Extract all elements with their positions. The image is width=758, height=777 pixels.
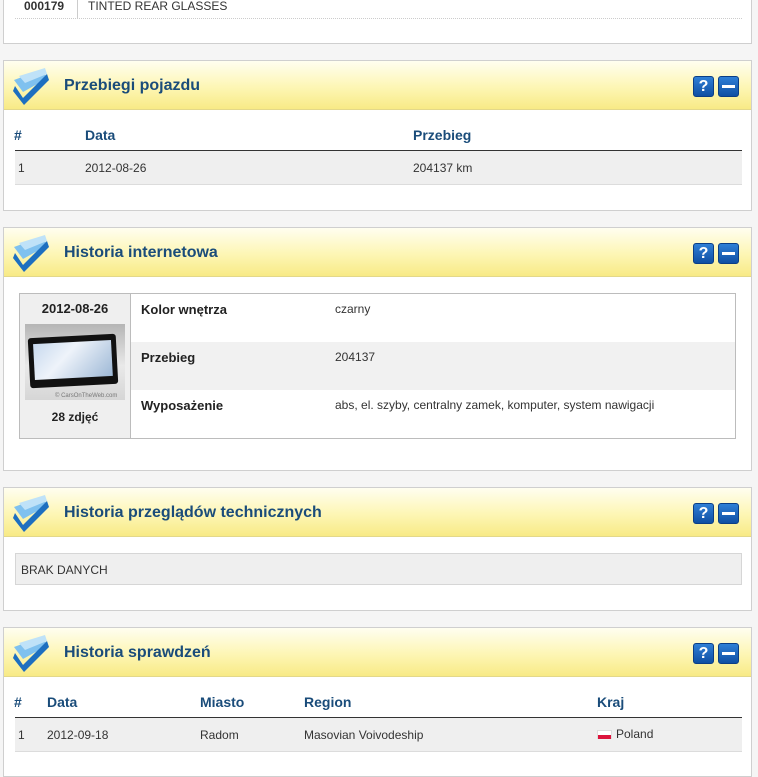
internet-history-panel: Historia internetowa ? 2012-08-26 © Cars… <box>3 227 752 471</box>
panel-header: Historia przeglądów technicznych ? <box>4 488 751 537</box>
listing-row: Przebieg 204137 <box>131 342 735 390</box>
column-header-city: Miasto <box>200 694 245 710</box>
column-header-number: # <box>14 127 22 143</box>
country-name: Poland <box>616 727 654 741</box>
check-logo-icon <box>13 635 49 672</box>
column-divider <box>77 0 78 18</box>
table-row: 1 2012-08-26 204137 km <box>15 151 742 185</box>
listing-summary: 2012-08-26 © CarsOnTheWeb.com 28 zdjęć <box>20 294 131 438</box>
panel-title: Historia internetowa <box>64 244 218 261</box>
minimize-button[interactable] <box>718 243 739 264</box>
row-label: Kolor wnętrza <box>141 302 227 317</box>
equipment-panel: 000179 TINTED REAR GLASSES <box>3 0 752 44</box>
inspection-history-panel: Historia przeglądów technicznych ? BRAK … <box>3 487 752 611</box>
photo-count[interactable]: 28 zdjęć <box>20 410 130 424</box>
row-value: czarny <box>335 302 371 316</box>
minus-icon <box>722 652 735 655</box>
row-date: 2012-08-26 <box>85 161 147 175</box>
column-header-number: # <box>14 694 22 710</box>
minus-icon <box>722 252 735 255</box>
row-number: 1 <box>18 728 25 742</box>
minimize-button[interactable] <box>718 503 739 524</box>
check-logo-icon <box>13 495 49 532</box>
minus-icon <box>722 85 735 88</box>
minimize-button[interactable] <box>718 643 739 664</box>
listing-photo[interactable]: © CarsOnTheWeb.com <box>25 324 125 400</box>
row-country: Poland <box>597 727 653 741</box>
column-header-country: Kraj <box>597 694 625 710</box>
mileage-panel: Przebiegi pojazdu ? # Data Przebieg 1 20… <box>3 60 752 211</box>
listing-row: Kolor wnętrza czarny <box>131 294 735 342</box>
listing-row: Wyposażenie abs, el. szyby, centralny za… <box>131 390 735 438</box>
row-value: 204137 <box>335 350 376 364</box>
row-label: Wyposażenie <box>141 398 224 413</box>
column-header-date: Data <box>47 694 78 710</box>
listing-card: 2012-08-26 © CarsOnTheWeb.com 28 zdjęć K… <box>19 293 736 439</box>
row-region: Masovian Voivodeship <box>304 728 424 742</box>
help-button[interactable]: ? <box>693 643 714 664</box>
equipment-code: 000179 <box>24 0 65 13</box>
column-header-date: Data <box>85 127 116 143</box>
question-icon: ? <box>698 78 709 95</box>
panel-title: Historia sprawdzeń <box>64 644 211 661</box>
column-header-mileage: Przebieg <box>413 127 472 143</box>
equipment-name: TINTED REAR GLASSES <box>88 0 228 13</box>
check-logo-icon <box>13 68 49 105</box>
minimize-button[interactable] <box>718 76 739 97</box>
check-logo-icon <box>13 235 49 272</box>
help-button[interactable]: ? <box>693 76 714 97</box>
navigation-screen-image <box>27 333 119 389</box>
no-data-message: BRAK DANYCH <box>15 553 742 585</box>
row-label: Przebieg <box>141 350 196 365</box>
row-city: Radom <box>200 728 239 742</box>
row-date: 2012-09-18 <box>47 728 109 742</box>
row-number: 1 <box>18 161 25 175</box>
help-button[interactable]: ? <box>693 503 714 524</box>
photo-caption: © CarsOnTheWeb.com <box>55 393 118 399</box>
panel-header: Przebiegi pojazdu ? <box>4 61 751 110</box>
help-button[interactable]: ? <box>693 243 714 264</box>
row-mileage: 204137 km <box>413 161 473 175</box>
check-history-panel: Historia sprawdzeń ? # Data Miasto Regio… <box>3 627 752 777</box>
minus-icon <box>722 512 735 515</box>
question-icon: ? <box>698 645 709 662</box>
question-icon: ? <box>698 245 709 262</box>
panel-title: Historia przeglądów technicznych <box>64 504 322 521</box>
column-header-region: Region <box>304 694 352 710</box>
panel-header: Historia sprawdzeń ? <box>4 628 751 677</box>
panel-header: Historia internetowa ? <box>4 228 751 277</box>
question-icon: ? <box>698 505 709 522</box>
row-value: abs, el. szyby, centralny zamek, kompute… <box>335 398 655 412</box>
panel-title: Przebiegi pojazdu <box>64 77 201 94</box>
listing-date: 2012-08-26 <box>41 301 109 316</box>
table-row: 1 2012-09-18 Radom Masovian Voivodeship … <box>15 718 742 752</box>
table-row: 000179 TINTED REAR GLASSES <box>15 0 742 19</box>
poland-flag-icon <box>597 730 612 740</box>
